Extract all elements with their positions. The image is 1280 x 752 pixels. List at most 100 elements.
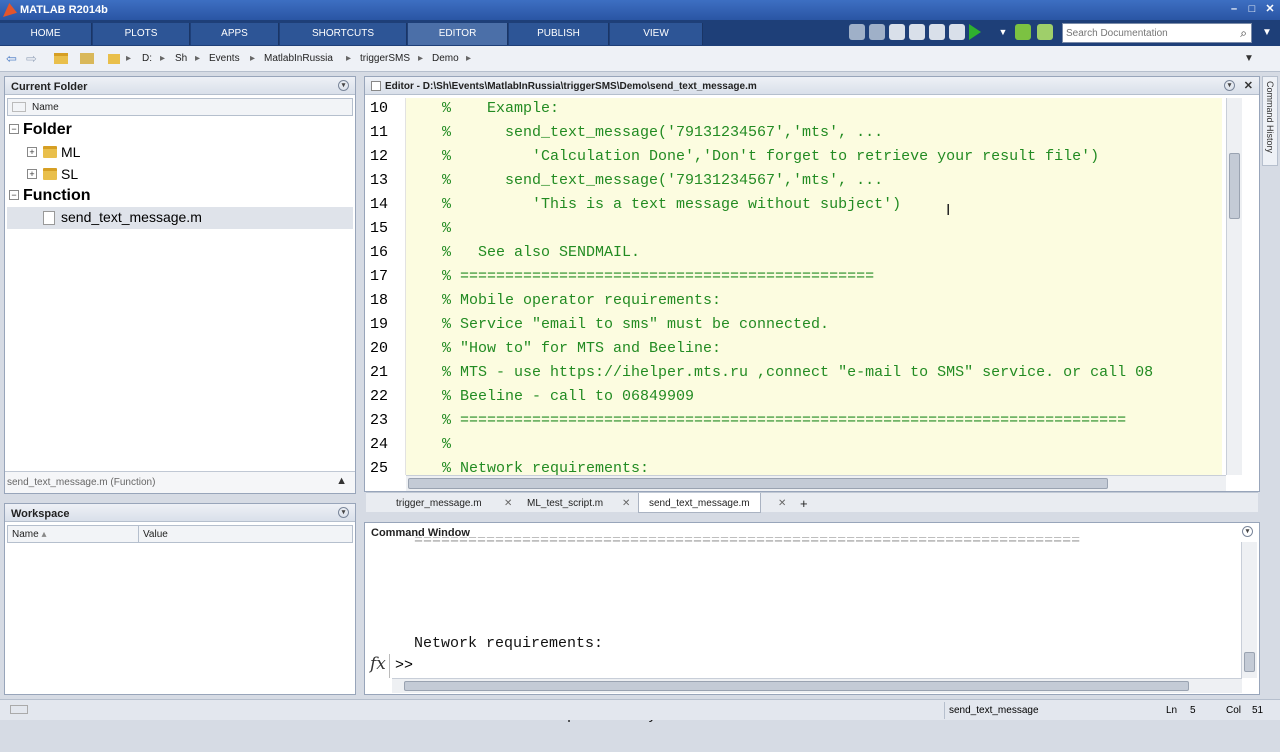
code-line[interactable]: % ======================================…	[442, 268, 874, 285]
minimize-icon[interactable]: –	[1226, 2, 1242, 16]
close-tab-icon[interactable]: ✕	[618, 496, 634, 512]
tab-view[interactable]: VIEW	[610, 23, 703, 45]
details-collapse-icon[interactable]: ▲	[336, 475, 347, 487]
maximize-icon[interactable]: □	[1244, 2, 1260, 16]
scroll-thumb[interactable]	[1229, 153, 1240, 219]
address-bar: ⇦ ⇨ ▸ D: ▸ Sh ▸ Events ▸ MatlabInRussia …	[0, 46, 1280, 72]
crumb-drive[interactable]: D:	[142, 53, 152, 64]
forward-icon[interactable]: ⇨	[26, 51, 37, 67]
code-line[interactable]: % ======================================…	[442, 412, 1126, 429]
address-dropdown-icon[interactable]: ▼	[1244, 53, 1254, 64]
code-line[interactable]: % 'This is a text message without subjec…	[442, 196, 901, 213]
command-vertical-scrollbar[interactable]	[1241, 542, 1257, 678]
paste-icon[interactable]	[889, 24, 905, 40]
continue-icon[interactable]	[1037, 24, 1053, 40]
print-icon[interactable]	[929, 24, 945, 40]
crumb-sh[interactable]: Sh	[175, 53, 187, 64]
line-number: 25	[369, 460, 388, 475]
name-column-header[interactable]: Name ▴	[7, 525, 139, 543]
prompt-divider	[389, 654, 390, 678]
save-icon[interactable]	[909, 24, 925, 40]
expand-sl-icon[interactable]: +	[27, 169, 37, 179]
scroll-thumb[interactable]	[408, 478, 1108, 489]
ribbon-collapse-icon[interactable]: ▼	[1262, 27, 1272, 38]
panel-menu-icon[interactable]: ▾	[1224, 80, 1235, 91]
file-item-send-text-message[interactable]: send_text_message.m	[61, 209, 202, 225]
editor-vertical-scrollbar[interactable]	[1226, 98, 1242, 475]
status-bar: send_text_message Ln 5 Col 51	[0, 699, 1280, 720]
crumb-matlabinrussia[interactable]: MatlabInRussia	[264, 53, 333, 64]
code-line[interactable]: % MTS - use https://ihelper.mts.ru ,conn…	[442, 364, 1153, 381]
fx-function-browser-icon[interactable]: fx	[370, 654, 386, 674]
folder-item-ml[interactable]: ML	[61, 144, 80, 160]
run-dropdown-icon[interactable]: ▼	[995, 24, 1011, 40]
tab-plots[interactable]: PLOTS	[93, 23, 190, 45]
collapse-folder-group-icon[interactable]: −	[9, 124, 19, 134]
code-line[interactable]: %	[442, 436, 451, 453]
back-icon[interactable]: ⇦	[6, 51, 17, 67]
file-tab-ml-test-script[interactable]: ML_test_script.m	[523, 496, 607, 512]
code-line[interactable]: % send_text_message('79131234567','mts',…	[442, 124, 883, 141]
expand-ml-icon[interactable]: +	[27, 147, 37, 157]
value-column-header[interactable]: Value	[138, 525, 353, 543]
run-icon[interactable]	[969, 24, 981, 40]
code-line[interactable]: %	[442, 220, 451, 237]
up-folder-icon[interactable]	[54, 53, 68, 64]
root-folder-icon	[108, 54, 120, 64]
tab-home[interactable]: HOME	[0, 23, 92, 45]
code-area[interactable]: 10 % Example: 11 % send_text_message('79…	[406, 98, 1222, 475]
browse-folder-icon[interactable]	[80, 53, 94, 64]
tab-editor[interactable]: EDITOR	[408, 23, 508, 45]
new-tab-button[interactable]: +	[796, 494, 812, 511]
line-number: 24	[369, 436, 388, 453]
undo-icon[interactable]	[949, 24, 965, 40]
step-icon[interactable]	[1015, 24, 1031, 40]
file-tab-trigger-message[interactable]: trigger_message.m	[392, 496, 486, 512]
search-documentation[interactable]: ⌕	[1062, 23, 1252, 43]
code-line[interactable]: % Mobile operator requirements:	[442, 292, 721, 309]
close-tab-icon[interactable]: ✕	[500, 496, 516, 512]
editor-horizontal-scrollbar[interactable]	[406, 475, 1226, 491]
details-bar: send_text_message.m (Function) ▲	[5, 471, 355, 493]
cut-icon[interactable]	[849, 24, 865, 40]
command-history-strip[interactable]: Command History	[1262, 76, 1278, 166]
code-line[interactable]: % Example:	[442, 100, 559, 117]
code-line[interactable]: % Service "email to sms" must be connect…	[442, 316, 829, 333]
name-column-header[interactable]: Name	[7, 98, 353, 116]
tab-apps[interactable]: APPS	[191, 23, 279, 45]
panel-menu-icon[interactable]: ▾	[1242, 526, 1253, 537]
search-icon[interactable]: ⌕	[1240, 26, 1247, 41]
code-line[interactable]: % See also SENDMAIL.	[442, 244, 640, 261]
status-grip-icon	[10, 705, 28, 714]
status-ln-label: Ln	[1166, 705, 1178, 716]
search-input[interactable]	[1063, 24, 1228, 42]
scroll-thumb[interactable]	[1244, 652, 1255, 672]
crumb-triggersms[interactable]: triggerSMS	[360, 53, 410, 64]
code-line[interactable]: % Network requirements:	[442, 460, 649, 475]
copy-icon[interactable]	[869, 24, 885, 40]
collapse-function-group-icon[interactable]: −	[9, 190, 19, 200]
select-all-checkbox[interactable]	[12, 102, 26, 113]
output-separator: ========================================…	[414, 537, 1081, 549]
current-folder-panel: Current Folder ▾ Name − Folder + ML + SL…	[4, 76, 356, 494]
code-line[interactable]: % "How to" for MTS and Beeline:	[442, 340, 721, 357]
tab-shortcuts[interactable]: SHORTCUTS	[280, 23, 407, 45]
code-line[interactable]: % 'Calculation Done','Don't forget to re…	[442, 148, 1099, 165]
crumb-events[interactable]: Events	[209, 53, 240, 64]
command-horizontal-scrollbar[interactable]	[392, 678, 1242, 693]
crumb-demo[interactable]: Demo	[432, 53, 459, 64]
file-tab-send-text-message[interactable]: send_text_message.m	[638, 493, 761, 513]
scroll-thumb[interactable]	[404, 681, 1189, 691]
folder-item-sl[interactable]: SL	[61, 166, 78, 182]
code-line[interactable]: % send_text_message('79131234567','mts',…	[442, 172, 883, 189]
output-line: Network requirements:	[414, 635, 604, 652]
command-prompt[interactable]: >>	[395, 657, 413, 674]
close-icon[interactable]: ✕	[1262, 2, 1278, 16]
editor-close-icon[interactable]: ✕	[1244, 79, 1253, 92]
line-number: 16	[369, 244, 388, 261]
tab-publish[interactable]: PUBLISH	[509, 23, 609, 45]
code-line[interactable]: % Beeline - call to 06849909	[442, 388, 694, 405]
panel-menu-icon[interactable]: ▾	[338, 507, 349, 518]
panel-menu-icon[interactable]: ▾	[338, 80, 349, 91]
close-tab-icon[interactable]: ✕	[774, 496, 790, 512]
